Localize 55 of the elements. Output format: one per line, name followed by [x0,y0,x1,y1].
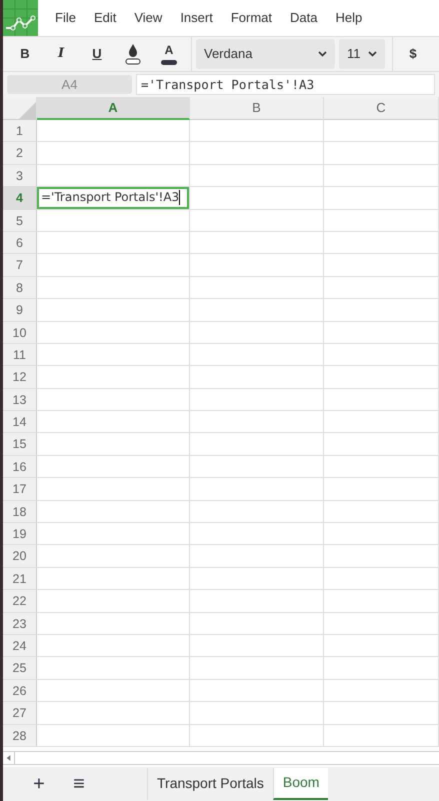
menu-item[interactable]: Insert [171,8,222,28]
name-box[interactable]: A4 [7,75,132,94]
menu-item[interactable]: Help [326,8,372,28]
menu-item[interactable]: Edit [84,8,126,28]
bold-button[interactable]: B [7,36,43,72]
row-header[interactable]: 15 [3,433,37,456]
row-header[interactable]: 27 [3,702,37,725]
row-header[interactable]: 28 [3,724,37,747]
row-header[interactable]: 8 [3,276,37,300]
row-header[interactable]: 2 [3,142,37,165]
row-header[interactable]: 10 [3,322,37,344]
row-header[interactable]: 6 [3,232,37,254]
row-header[interactable]: 24 [3,634,37,658]
column-header[interactable]: B [190,97,324,120]
column-header[interactable]: A [37,97,190,120]
font-size-dropdown[interactable]: 11 [339,39,385,69]
row-header[interactable]: 21 [3,568,37,590]
add-sheet-button[interactable]: + [19,768,59,800]
row-header[interactable]: 18 [3,500,37,524]
row-header[interactable]: 14 [3,411,37,434]
row-header[interactable]: 19 [3,523,37,546]
sheet-tab[interactable]: Boom [272,768,328,800]
text-color-button[interactable]: A [151,36,187,72]
row-header[interactable]: 11 [3,344,37,366]
menu-item[interactable]: Format [222,8,281,28]
menu-item[interactable]: File [46,8,85,28]
row-header[interactable]: 26 [3,680,37,702]
sheet-list-button[interactable]: ≡ [59,768,99,800]
currency-button[interactable]: $ [395,36,431,72]
paint-drop-icon [125,42,141,66]
row-header[interactable]: 4 [3,187,37,210]
row-header[interactable]: 5 [3,210,37,232]
menu-item[interactable]: View [125,8,172,28]
row-header[interactable]: 1 [3,120,37,142]
chevron-icon [368,51,377,57]
row-header[interactable]: 13 [3,388,37,412]
italic-button[interactable]: I [43,36,79,72]
row-header[interactable]: 3 [3,164,37,188]
cell-editor[interactable]: ='Transport Portals'!A3 [37,187,189,209]
row-header[interactable]: 12 [3,366,37,389]
row-header[interactable]: 17 [3,478,37,501]
menu-item[interactable]: Data [281,8,326,28]
row-header[interactable]: 9 [3,299,37,322]
row-header[interactable]: 22 [3,590,37,613]
row-header[interactable]: 23 [3,612,37,635]
font-dropdown[interactable]: Verdana [196,39,335,69]
row-header[interactable]: 25 [3,657,37,680]
row-header[interactable]: 16 [3,456,37,478]
text-cursor [179,190,180,206]
formula-field[interactable]: ='Transport Portals'!A3 [136,74,435,95]
underline-button[interactable]: U [79,36,115,72]
chevron-icon [318,51,327,57]
row-header[interactable]: 20 [3,545,37,568]
row-header[interactable]: 7 [3,254,37,277]
column-header[interactable]: C [324,97,439,120]
